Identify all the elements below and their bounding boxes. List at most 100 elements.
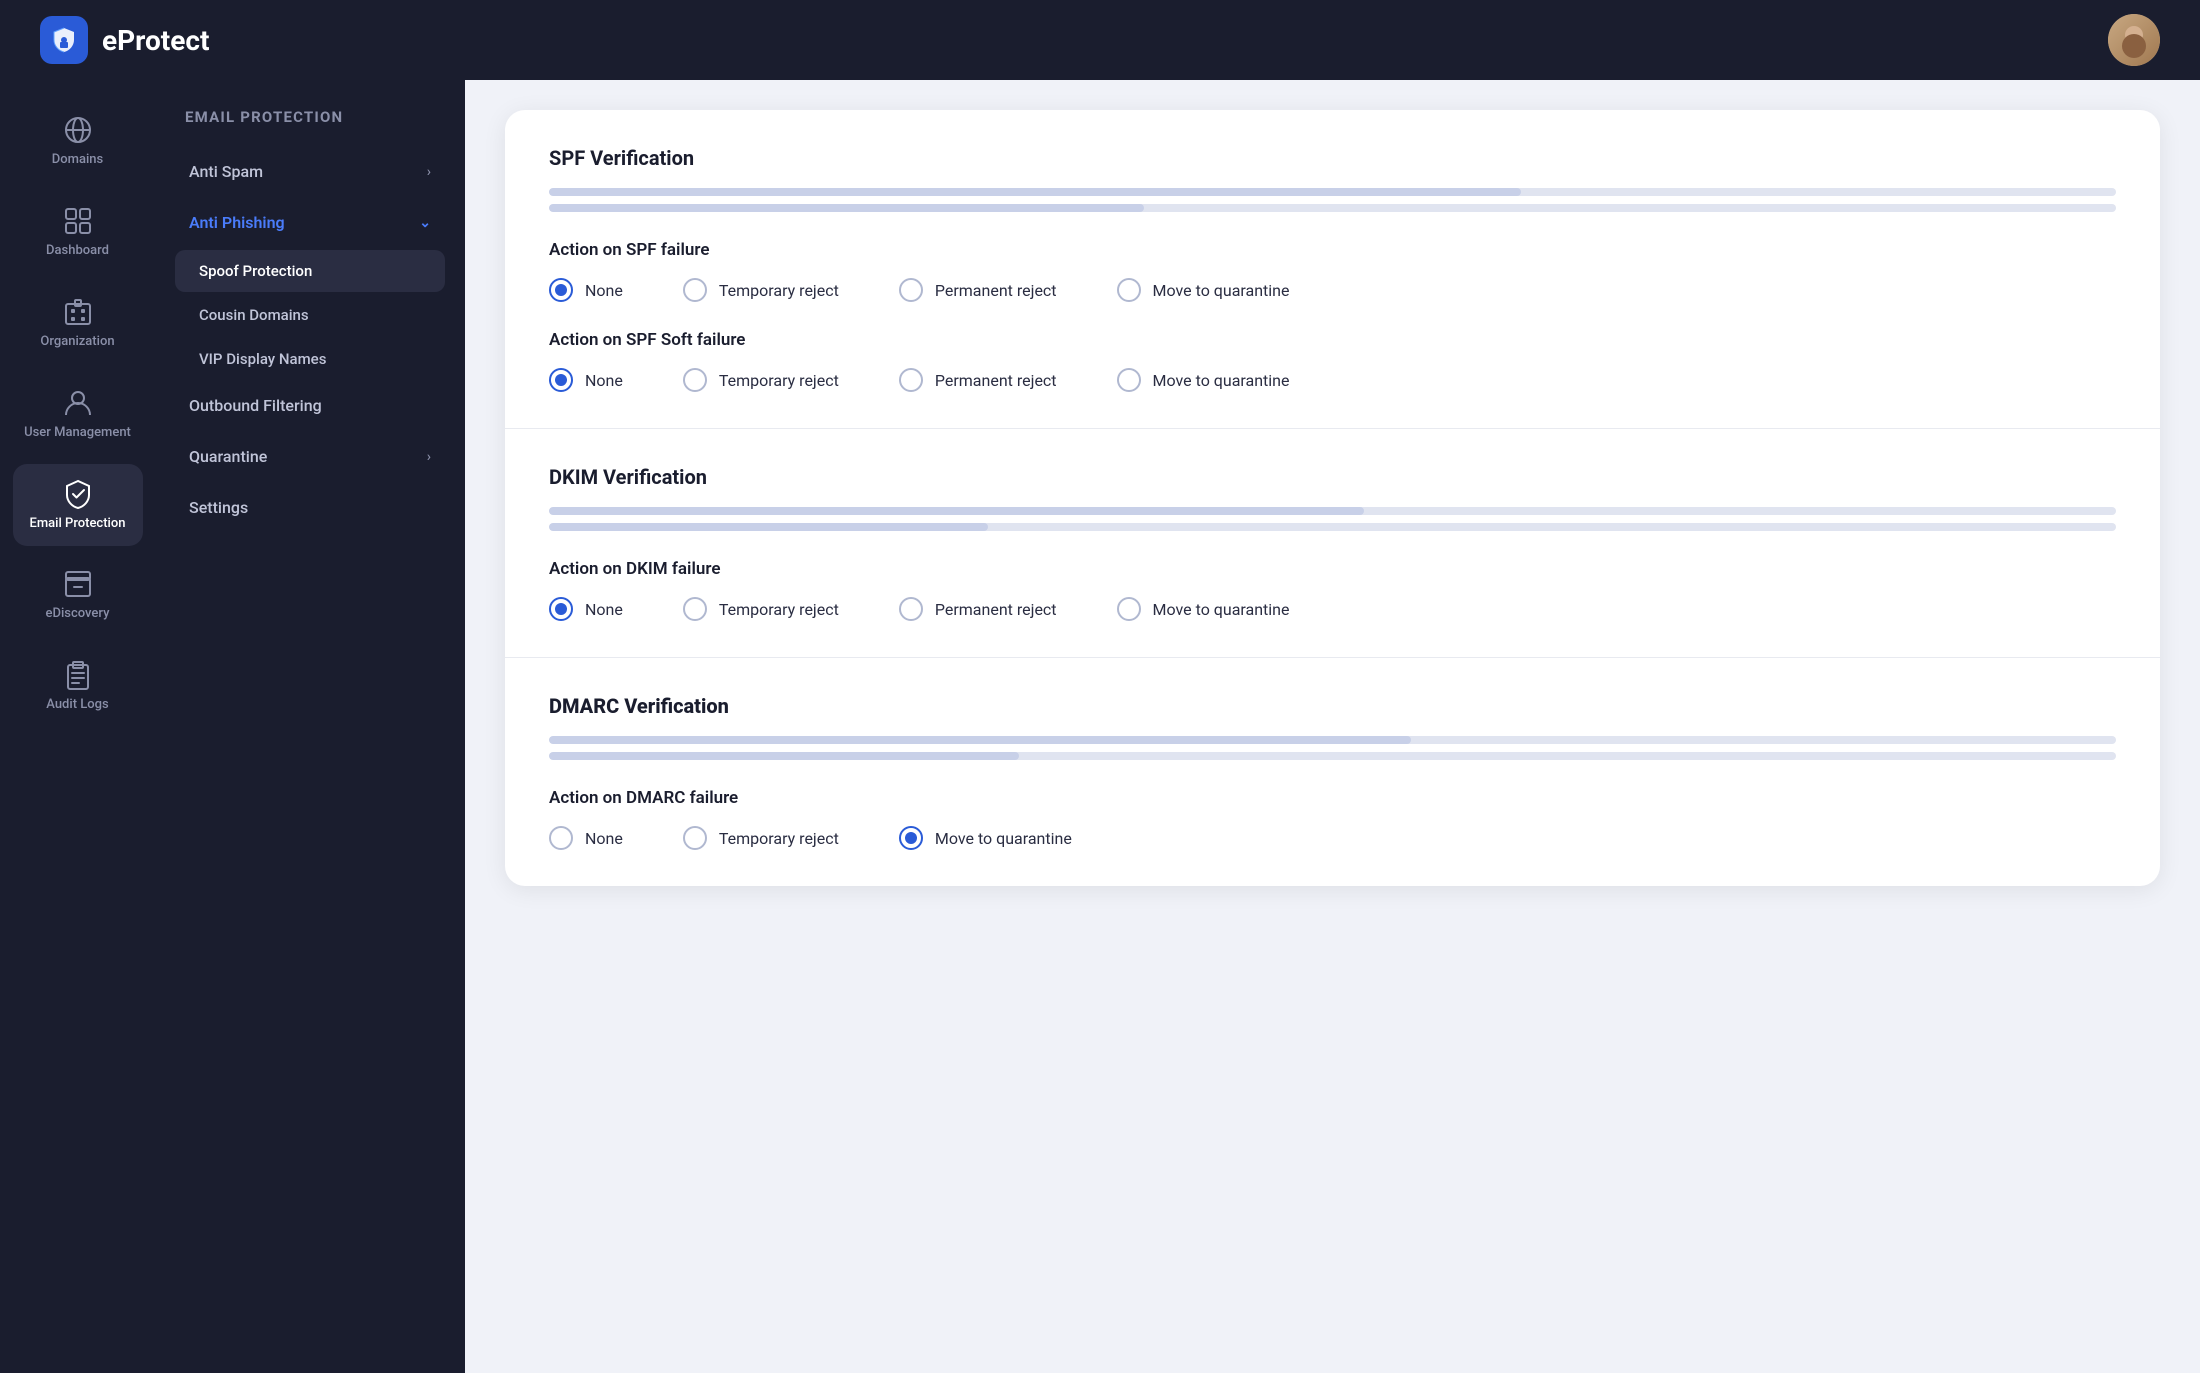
dmarc-fail-quarantine-radio[interactable] <box>899 826 923 850</box>
dkim-section: DKIM Verification Action on DKIM failure <box>505 429 2160 658</box>
grid-icon <box>62 205 94 237</box>
dmarc-fail-temp-option[interactable]: Temporary reject <box>683 826 839 850</box>
spf-fail-label: Action on SPF failure <box>549 240 2116 260</box>
dkim-fail-temp-option[interactable]: Temporary reject <box>683 597 839 621</box>
spf-soft-none-dot <box>555 374 567 386</box>
chevron-right-quarantine-icon: › <box>427 449 431 465</box>
dkim-fail-temp-radio[interactable] <box>683 597 707 621</box>
dkim-fail-none-dot <box>555 603 567 615</box>
dkim-title: DKIM Verification <box>549 465 2116 489</box>
dmarc-fail-temp-radio[interactable] <box>683 826 707 850</box>
spf-fail-none-radio[interactable] <box>549 278 573 302</box>
sub-menu-label-outbound-filtering: Outbound Filtering <box>189 396 322 415</box>
dmarc-progress-row-1 <box>549 736 2116 744</box>
spf-fail-temp-option[interactable]: Temporary reject <box>683 278 839 302</box>
sub-menu-vip-display-names[interactable]: VIP Display Names <box>175 338 445 380</box>
sidebar-label-ediscovery: eDiscovery <box>46 606 110 623</box>
dmarc-progress-fill-1 <box>549 736 1411 744</box>
spf-fail-none-option[interactable]: None <box>549 278 623 302</box>
spf-soft-temp-radio[interactable] <box>683 368 707 392</box>
dkim-fail-none-option[interactable]: None <box>549 597 623 621</box>
dkim-progress-bars <box>549 507 2116 531</box>
sidebar-item-organization[interactable]: Organization <box>13 282 143 365</box>
spf-fail-perm-option[interactable]: Permanent reject <box>899 278 1057 302</box>
dkim-progress-fill-2 <box>549 523 988 531</box>
spf-fail-quarantine-option[interactable]: Move to quarantine <box>1117 278 1290 302</box>
spf-fail-quarantine-label: Move to quarantine <box>1153 281 1290 300</box>
spf-progress-bars <box>549 188 2116 212</box>
user-icon <box>62 387 94 419</box>
brand-icon <box>40 16 88 64</box>
globe-icon <box>62 114 94 146</box>
sidebar-label-domains: Domains <box>52 152 103 169</box>
main-layout: Domains Dashboard Organization <box>0 0 2200 1373</box>
dkim-fail-perm-label: Permanent reject <box>935 600 1057 619</box>
spf-soft-fail-radio-group: None Temporary reject Permanent reject M… <box>549 368 2116 392</box>
spf-progress-fill-2 <box>549 204 1144 212</box>
sub-sidebar: EMAIL PROTECTION Anti Spam › Anti Phishi… <box>155 80 465 1373</box>
dkim-fail-radio-group: None Temporary reject Permanent reject M… <box>549 597 2116 621</box>
sidebar-item-user-management[interactable]: User Management <box>13 373 143 456</box>
dkim-fail-none-label: None <box>585 600 623 619</box>
sidebar-label-audit-logs: Audit Logs <box>46 697 108 714</box>
dmarc-progress-bars <box>549 736 2116 760</box>
dkim-fail-quarantine-option[interactable]: Move to quarantine <box>1117 597 1290 621</box>
spf-soft-none-radio[interactable] <box>549 368 573 392</box>
topbar: eProtect <box>0 0 2200 80</box>
sub-menu-spoof-protection[interactable]: Spoof Protection <box>175 250 445 292</box>
spf-soft-quarantine-option[interactable]: Move to quarantine <box>1117 368 1290 392</box>
spf-soft-perm-radio[interactable] <box>899 368 923 392</box>
spf-soft-perm-option[interactable]: Permanent reject <box>899 368 1057 392</box>
dkim-progress-fill-1 <box>549 507 1364 515</box>
dmarc-fail-quarantine-label: Move to quarantine <box>935 829 1072 848</box>
dmarc-progress-row-2 <box>549 752 2116 760</box>
dkim-fail-label: Action on DKIM failure <box>549 559 2116 579</box>
sub-menu-anti-phishing[interactable]: Anti Phishing ⌄ <box>175 199 445 246</box>
sub-menu-outbound-filtering[interactable]: Outbound Filtering <box>175 382 445 429</box>
dmarc-fail-quarantine-dot <box>905 832 917 844</box>
spf-fail-quarantine-radio[interactable] <box>1117 278 1141 302</box>
sidebar-item-ediscovery[interactable]: eDiscovery <box>13 554 143 637</box>
sidebar-label-user-management: User Management <box>24 425 131 442</box>
spf-fail-temp-radio[interactable] <box>683 278 707 302</box>
spf-soft-quarantine-radio[interactable] <box>1117 368 1141 392</box>
spf-soft-none-label: None <box>585 371 623 390</box>
left-sidebar: Domains Dashboard Organization <box>0 80 155 1373</box>
spf-fail-radio-group: None Temporary reject Permanent reject M… <box>549 278 2116 302</box>
sub-menu-label-settings: Settings <box>189 498 248 517</box>
dkim-fail-perm-option[interactable]: Permanent reject <box>899 597 1057 621</box>
sub-menu-label-anti-spam: Anti Spam <box>189 162 263 181</box>
sub-menu-anti-spam[interactable]: Anti Spam › <box>175 148 445 195</box>
spf-fail-perm-radio[interactable] <box>899 278 923 302</box>
sidebar-item-email-protection[interactable]: Email Protection <box>13 464 143 547</box>
dkim-fail-quarantine-radio[interactable] <box>1117 597 1141 621</box>
dmarc-fail-label: Action on DMARC failure <box>549 788 2116 808</box>
brand-name: eProtect <box>102 24 209 57</box>
sidebar-item-domains[interactable]: Domains <box>13 100 143 183</box>
sub-menu-settings[interactable]: Settings <box>175 484 445 531</box>
sub-menu-label-cousin-domains: Cousin Domains <box>199 306 309 324</box>
sidebar-item-audit-logs[interactable]: Audit Logs <box>13 645 143 728</box>
dkim-fail-none-radio[interactable] <box>549 597 573 621</box>
dmarc-fail-temp-label: Temporary reject <box>719 829 839 848</box>
spf-soft-fail-label: Action on SPF Soft failure <box>549 330 2116 350</box>
dmarc-fail-none-radio[interactable] <box>549 826 573 850</box>
spf-soft-none-option[interactable]: None <box>549 368 623 392</box>
dkim-progress-row-1 <box>549 507 2116 515</box>
dmarc-title: DMARC Verification <box>549 694 2116 718</box>
archive-icon <box>62 568 94 600</box>
sub-menu-cousin-domains[interactable]: Cousin Domains <box>175 294 445 336</box>
sidebar-item-dashboard[interactable]: Dashboard <box>13 191 143 274</box>
dmarc-progress-fill-2 <box>549 752 1019 760</box>
spf-soft-temp-option[interactable]: Temporary reject <box>683 368 839 392</box>
dmarc-fail-quarantine-option[interactable]: Move to quarantine <box>899 826 1072 850</box>
building-icon <box>62 296 94 328</box>
dmarc-fail-none-option[interactable]: None <box>549 826 623 850</box>
sub-menu-label-spoof-protection: Spoof Protection <box>199 262 312 280</box>
spf-fail-none-label: None <box>585 281 623 300</box>
user-avatar[interactable] <box>2108 14 2160 66</box>
spf-fail-perm-label: Permanent reject <box>935 281 1057 300</box>
dkim-fail-quarantine-label: Move to quarantine <box>1153 600 1290 619</box>
dkim-fail-perm-radio[interactable] <box>899 597 923 621</box>
sub-menu-quarantine[interactable]: Quarantine › <box>175 433 445 480</box>
